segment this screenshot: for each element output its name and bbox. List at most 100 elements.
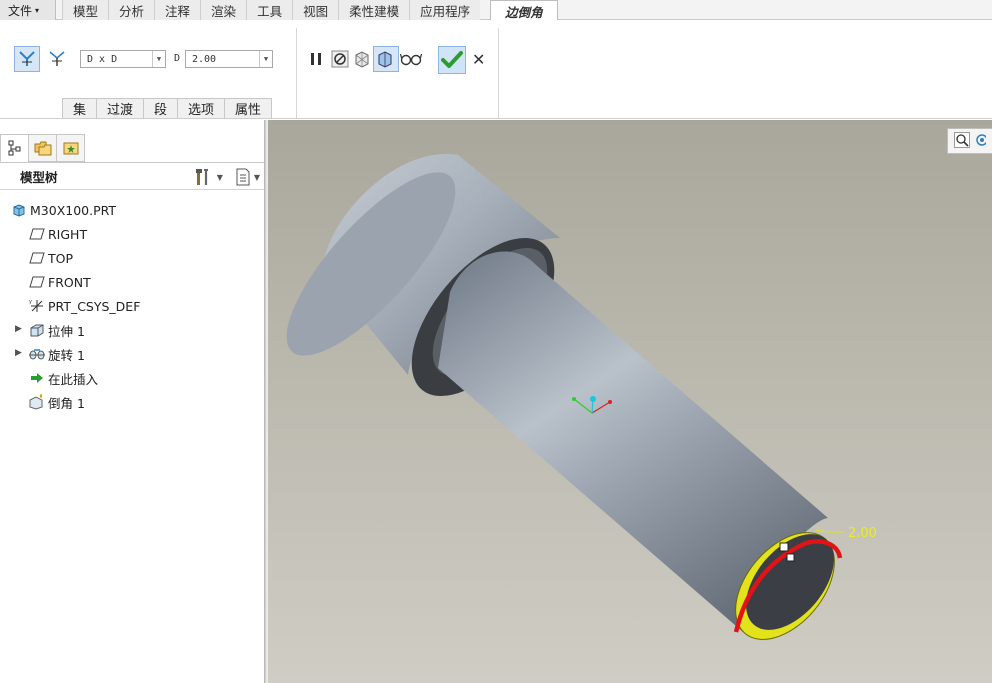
- tab-applications[interactable]: 应用程序: [409, 0, 481, 20]
- view-settings-icon: [976, 133, 988, 146]
- dimension-value[interactable]: 2.00: [848, 526, 877, 541]
- ribbon-separator: [498, 28, 499, 118]
- dashboard-subtabs: 集 过渡 段 选项 属性: [62, 98, 272, 118]
- show-button[interactable]: ▼: [235, 168, 260, 186]
- svg-text:y: y: [29, 299, 32, 305]
- drag-handle[interactable]: [786, 553, 795, 562]
- set-mode-icon: [19, 51, 35, 66]
- tab-tools[interactable]: 工具: [246, 0, 293, 20]
- tree-item-label: TOP: [48, 250, 74, 266]
- datum-plane-icon: [28, 226, 46, 242]
- tree-item-label: M30X100.PRT: [30, 202, 117, 218]
- drag-handle[interactable]: [779, 542, 789, 552]
- view-toolbar: [947, 128, 992, 154]
- graphics-viewport[interactable]: 2.00: [268, 120, 992, 683]
- file-menu[interactable]: 文件 ▾: [0, 0, 56, 20]
- view-settings-button[interactable]: [974, 132, 988, 151]
- tree-item-top[interactable]: TOP: [0, 246, 264, 270]
- tree-item-front[interactable]: FRONT: [0, 270, 264, 294]
- subtab-sets[interactable]: 集: [62, 98, 97, 118]
- datum-plane-icon: [28, 274, 46, 290]
- tree-item-chamfer[interactable]: 倒角 1: [0, 390, 264, 414]
- tree-item-part[interactable]: M30X100.PRT: [0, 198, 264, 222]
- tab-flexible-modeling[interactable]: 柔性建模: [338, 0, 410, 20]
- magnifier-icon: [954, 131, 970, 148]
- tree-item-right[interactable]: RIGHT: [0, 222, 264, 246]
- separate-preview-icon: [355, 51, 369, 68]
- tree-toolbar: ▼ ▼: [194, 167, 260, 187]
- file-menu-label: 文件: [8, 3, 33, 18]
- geometry-preview-icon: [378, 51, 392, 68]
- extrude-icon: [28, 322, 46, 338]
- navigator-panel: 模型树 ▼ ▼ M30X100.PRT RIGHT TOP FRONT y PR…: [0, 120, 265, 683]
- close-icon: ✕: [472, 50, 486, 69]
- subtab-options[interactable]: 选项: [177, 98, 225, 118]
- subtab-transitions[interactable]: 过渡: [96, 98, 144, 118]
- set-mode-button[interactable]: [14, 46, 40, 72]
- pause-icon: [311, 53, 321, 65]
- tree-item-insert-here[interactable]: 在此插入: [0, 366, 264, 390]
- ribbon-separator: [296, 28, 297, 118]
- chamfer-icon: [28, 394, 46, 410]
- d-label: D: [174, 53, 181, 64]
- chevron-down-icon: ▼: [259, 51, 272, 67]
- chevron-down-icon: ▾: [35, 5, 40, 15]
- geometry-preview-button[interactable]: [373, 46, 399, 72]
- tab-annotate[interactable]: 注释: [154, 0, 201, 20]
- tab-model[interactable]: 模型: [62, 0, 109, 20]
- tab-model-tree[interactable]: [0, 134, 29, 162]
- menu-bar: 文件 ▾ 模型 分析 注释 渲染 工具 视图 柔性建模 应用程序 边倒角: [0, 0, 992, 21]
- subtab-pieces[interactable]: 段: [143, 98, 178, 118]
- checkmark-icon: [441, 51, 463, 68]
- glasses-icon: [400, 53, 422, 66]
- tab-folder-browser[interactable]: [28, 134, 57, 162]
- expand-arrow-icon[interactable]: ▶: [15, 348, 22, 358]
- revolve-icon: [28, 346, 46, 362]
- part-icon: [10, 202, 28, 218]
- zoom-button[interactable]: [954, 131, 970, 151]
- tree-item-csys[interactable]: y PRT_CSYS_DEF: [0, 294, 264, 318]
- menu-tabs: 模型 分析 注释 渲染 工具 视图 柔性建模 应用程序 边倒角: [62, 0, 558, 21]
- tree-item-label: 倒角 1: [48, 395, 85, 411]
- dimension-leader: [815, 529, 844, 533]
- insert-arrow-icon: [28, 370, 46, 386]
- tree-item-revolve[interactable]: ▶ 旋转 1: [0, 342, 264, 366]
- transition-mode-button[interactable]: [44, 46, 70, 72]
- tree-item-label: 在此插入: [48, 371, 99, 387]
- tab-render[interactable]: 渲染: [200, 0, 247, 20]
- tab-view[interactable]: 视图: [292, 0, 339, 20]
- model-tree-title: 模型树: [20, 169, 58, 185]
- navigator-tabs: [0, 134, 85, 162]
- tree-item-label: FRONT: [48, 274, 91, 290]
- folder-icon: [34, 141, 51, 156]
- no-preview-icon: [331, 50, 349, 68]
- pause-button[interactable]: [303, 46, 329, 72]
- subtab-properties[interactable]: 属性: [224, 98, 272, 118]
- model-tree: M30X100.PRT RIGHT TOP FRONT y PRT_CSYS_D…: [0, 198, 264, 414]
- cancel-button[interactable]: ✕: [472, 50, 485, 69]
- tree-item-label: 拉伸 1: [48, 323, 85, 339]
- chamfer-scheme-value: D x D: [87, 53, 118, 65]
- model-tree-header: 模型树 ▼ ▼: [0, 162, 264, 190]
- chamfer-scheme-select[interactable]: D x D ▼: [80, 50, 166, 68]
- d-value: 2.00: [192, 53, 217, 65]
- favorites-icon: [63, 142, 78, 155]
- datum-plane-icon: [28, 250, 46, 266]
- chevron-down-icon: ▼: [253, 172, 260, 182]
- ok-button[interactable]: [438, 46, 466, 74]
- tab-analysis[interactable]: 分析: [108, 0, 155, 20]
- model-canvas: 2.00: [286, 154, 877, 640]
- tools-icon: [195, 169, 208, 185]
- document-list-icon: [236, 168, 250, 186]
- tree-item-extrude[interactable]: ▶ 拉伸 1: [0, 318, 264, 342]
- tab-edge-chamfer[interactable]: 边倒角: [490, 0, 558, 21]
- expand-arrow-icon[interactable]: ▶: [15, 324, 22, 334]
- chevron-down-icon: ▼: [216, 172, 223, 182]
- verify-mode-button[interactable]: [398, 46, 424, 72]
- settings-button[interactable]: ▼: [194, 167, 223, 187]
- tree-item-label: 旋转 1: [48, 347, 85, 363]
- ribbon: D x D ▼ D 2.00 ▼ ✕ 集 过渡 段 选项 属性: [0, 20, 992, 119]
- transition-mode-icon: [49, 51, 65, 66]
- d-value-field[interactable]: 2.00 ▼: [185, 50, 273, 68]
- tab-favorites[interactable]: [56, 134, 85, 162]
